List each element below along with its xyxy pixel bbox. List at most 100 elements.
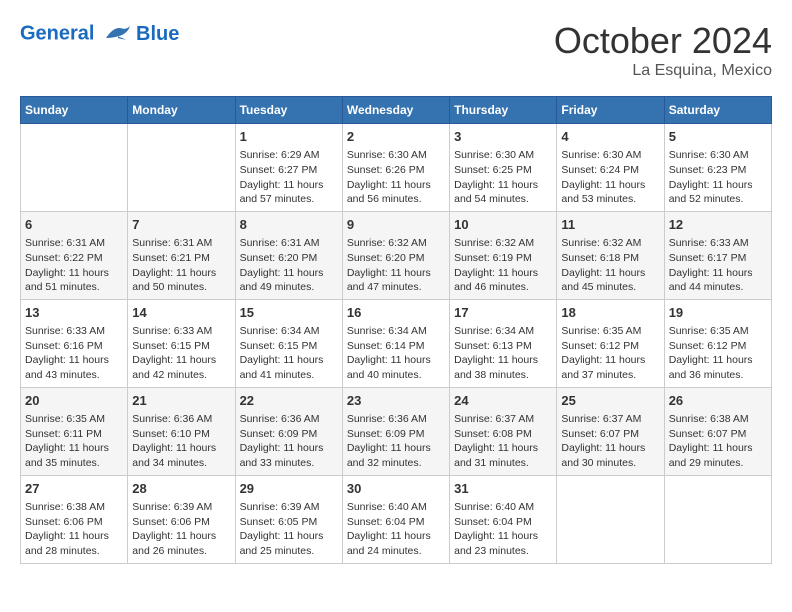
calendar-cell: 25 Sunrise: 6:37 AM Sunset: 6:07 PM Dayli… bbox=[557, 387, 664, 475]
day-number: 2 bbox=[347, 128, 445, 146]
calendar-cell: 26Sunrise: 6:38 AM Sunset: 6:07 PM Dayli… bbox=[664, 387, 771, 475]
calendar-header-row: SundayMondayTuesdayWednesdayThursdayFrid… bbox=[21, 97, 772, 124]
day-number: 4 bbox=[561, 128, 659, 146]
calendar-cell: 23Sunrise: 6:36 AM Sunset: 6:09 PM Dayli… bbox=[342, 387, 449, 475]
cell-content: Sunrise: 6:34 AM Sunset: 6:13 PM Dayligh… bbox=[454, 324, 552, 383]
calendar-cell: 6 Sunrise: 6:31 AM Sunset: 6:22 PM Daylig… bbox=[21, 211, 128, 299]
cell-content: Sunrise: 6:31 AM Sunset: 6:21 PM Dayligh… bbox=[132, 236, 230, 295]
day-number: 6 bbox=[25, 216, 123, 234]
calendar-week-row: 27 Sunrise: 6:38 AM Sunset: 6:06 PM Dayli… bbox=[21, 475, 772, 563]
day-number: 16 bbox=[347, 304, 445, 322]
cell-content: Sunrise: 6:38 AM Sunset: 6:06 PM Dayligh… bbox=[25, 500, 123, 559]
calendar-cell: 19Sunrise: 6:35 AM Sunset: 6:12 PM Dayli… bbox=[664, 299, 771, 387]
cell-content: Sunrise: 6:37 AM Sunset: 6:07 PM Dayligh… bbox=[561, 412, 659, 471]
calendar-cell: 22 Sunrise: 6:36 AM Sunset: 6:09 PM Dayli… bbox=[235, 387, 342, 475]
day-number: 14 bbox=[132, 304, 230, 322]
day-number: 3 bbox=[454, 128, 552, 146]
cell-content: Sunrise: 6:31 AM Sunset: 6:20 PM Dayligh… bbox=[240, 236, 338, 295]
logo-bird-icon bbox=[102, 20, 134, 48]
day-number: 21 bbox=[132, 392, 230, 410]
cell-content: Sunrise: 6:36 AM Sunset: 6:09 PM Dayligh… bbox=[240, 412, 338, 471]
day-number: 30 bbox=[347, 480, 445, 498]
calendar-week-row: 6 Sunrise: 6:31 AM Sunset: 6:22 PM Daylig… bbox=[21, 211, 772, 299]
cell-content: Sunrise: 6:34 AM Sunset: 6:14 PM Dayligh… bbox=[347, 324, 445, 383]
logo-general: General bbox=[20, 22, 94, 44]
day-number: 15 bbox=[240, 304, 338, 322]
column-header-tuesday: Tuesday bbox=[235, 97, 342, 124]
column-header-sunday: Sunday bbox=[21, 97, 128, 124]
day-number: 17 bbox=[454, 304, 552, 322]
calendar-cell: 30 Sunrise: 6:40 AM Sunset: 6:04 PM Dayli… bbox=[342, 475, 449, 563]
cell-content: Sunrise: 6:30 AM Sunset: 6:25 PM Dayligh… bbox=[454, 148, 552, 207]
column-header-saturday: Saturday bbox=[664, 97, 771, 124]
calendar-week-row: 20Sunrise: 6:35 AM Sunset: 6:11 PM Dayli… bbox=[21, 387, 772, 475]
calendar-cell: 28 Sunrise: 6:39 AM Sunset: 6:06 PM Dayli… bbox=[128, 475, 235, 563]
calendar-cell: 2 Sunrise: 6:30 AM Sunset: 6:26 PM Daylig… bbox=[342, 124, 449, 212]
column-header-thursday: Thursday bbox=[450, 97, 557, 124]
day-number: 7 bbox=[132, 216, 230, 234]
calendar-cell bbox=[664, 475, 771, 563]
calendar-cell: 4 Sunrise: 6:30 AM Sunset: 6:24 PM Daylig… bbox=[557, 124, 664, 212]
calendar-cell: 16 Sunrise: 6:34 AM Sunset: 6:14 PM Dayli… bbox=[342, 299, 449, 387]
day-number: 13 bbox=[25, 304, 123, 322]
cell-content: Sunrise: 6:39 AM Sunset: 6:06 PM Dayligh… bbox=[132, 500, 230, 559]
column-header-monday: Monday bbox=[128, 97, 235, 124]
day-number: 29 bbox=[240, 480, 338, 498]
day-number: 22 bbox=[240, 392, 338, 410]
day-number: 28 bbox=[132, 480, 230, 498]
day-number: 1 bbox=[240, 128, 338, 146]
day-number: 9 bbox=[347, 216, 445, 234]
column-header-friday: Friday bbox=[557, 97, 664, 124]
cell-content: Sunrise: 6:29 AM Sunset: 6:27 PM Dayligh… bbox=[240, 148, 338, 207]
day-number: 25 bbox=[561, 392, 659, 410]
calendar-cell: 12 Sunrise: 6:33 AM Sunset: 6:17 PM Dayli… bbox=[664, 211, 771, 299]
cell-content: Sunrise: 6:37 AM Sunset: 6:08 PM Dayligh… bbox=[454, 412, 552, 471]
calendar-cell: 3 Sunrise: 6:30 AM Sunset: 6:25 PM Daylig… bbox=[450, 124, 557, 212]
calendar-cell: 20Sunrise: 6:35 AM Sunset: 6:11 PM Dayli… bbox=[21, 387, 128, 475]
day-number: 12 bbox=[669, 216, 767, 234]
calendar-table: SundayMondayTuesdayWednesdayThursdayFrid… bbox=[20, 96, 772, 564]
cell-content: Sunrise: 6:32 AM Sunset: 6:18 PM Dayligh… bbox=[561, 236, 659, 295]
calendar-month-title: October 2024 bbox=[554, 20, 772, 62]
cell-content: Sunrise: 6:36 AM Sunset: 6:10 PM Dayligh… bbox=[132, 412, 230, 471]
cell-content: Sunrise: 6:40 AM Sunset: 6:04 PM Dayligh… bbox=[454, 500, 552, 559]
calendar-cell: 13 Sunrise: 6:33 AM Sunset: 6:16 PM Dayli… bbox=[21, 299, 128, 387]
cell-content: Sunrise: 6:33 AM Sunset: 6:16 PM Dayligh… bbox=[25, 324, 123, 383]
calendar-cell: 17 Sunrise: 6:34 AM Sunset: 6:13 PM Dayli… bbox=[450, 299, 557, 387]
day-number: 18 bbox=[561, 304, 659, 322]
cell-content: Sunrise: 6:35 AM Sunset: 6:12 PM Dayligh… bbox=[561, 324, 659, 383]
column-header-wednesday: Wednesday bbox=[342, 97, 449, 124]
calendar-title-block: October 2024 La Esquina, Mexico bbox=[554, 20, 772, 80]
day-number: 11 bbox=[561, 216, 659, 234]
day-number: 31 bbox=[454, 480, 552, 498]
calendar-cell: 5Sunrise: 6:30 AM Sunset: 6:23 PM Daylig… bbox=[664, 124, 771, 212]
calendar-cell: 8 Sunrise: 6:31 AM Sunset: 6:20 PM Daylig… bbox=[235, 211, 342, 299]
cell-content: Sunrise: 6:33 AM Sunset: 6:15 PM Dayligh… bbox=[132, 324, 230, 383]
day-number: 8 bbox=[240, 216, 338, 234]
calendar-cell bbox=[128, 124, 235, 212]
calendar-cell: 18 Sunrise: 6:35 AM Sunset: 6:12 PM Dayli… bbox=[557, 299, 664, 387]
cell-content: Sunrise: 6:33 AM Sunset: 6:17 PM Dayligh… bbox=[669, 236, 767, 295]
cell-content: Sunrise: 6:38 AM Sunset: 6:07 PM Dayligh… bbox=[669, 412, 767, 471]
calendar-cell: 10 Sunrise: 6:32 AM Sunset: 6:19 PM Dayli… bbox=[450, 211, 557, 299]
page-header: General Blue October 2024 La Esquina, Me… bbox=[20, 20, 772, 80]
cell-content: Sunrise: 6:30 AM Sunset: 6:26 PM Dayligh… bbox=[347, 148, 445, 207]
calendar-cell bbox=[557, 475, 664, 563]
day-number: 27 bbox=[25, 480, 123, 498]
day-number: 10 bbox=[454, 216, 552, 234]
calendar-cell: 9Sunrise: 6:32 AM Sunset: 6:20 PM Daylig… bbox=[342, 211, 449, 299]
day-number: 24 bbox=[454, 392, 552, 410]
cell-content: Sunrise: 6:30 AM Sunset: 6:24 PM Dayligh… bbox=[561, 148, 659, 207]
calendar-cell: 29Sunrise: 6:39 AM Sunset: 6:05 PM Dayli… bbox=[235, 475, 342, 563]
calendar-cell: 14 Sunrise: 6:33 AM Sunset: 6:15 PM Dayli… bbox=[128, 299, 235, 387]
calendar-cell: 7 Sunrise: 6:31 AM Sunset: 6:21 PM Daylig… bbox=[128, 211, 235, 299]
cell-content: Sunrise: 6:31 AM Sunset: 6:22 PM Dayligh… bbox=[25, 236, 123, 295]
cell-content: Sunrise: 6:35 AM Sunset: 6:12 PM Dayligh… bbox=[669, 324, 767, 383]
cell-content: Sunrise: 6:32 AM Sunset: 6:19 PM Dayligh… bbox=[454, 236, 552, 295]
calendar-cell: 31 Sunrise: 6:40 AM Sunset: 6:04 PM Dayli… bbox=[450, 475, 557, 563]
day-number: 23 bbox=[347, 392, 445, 410]
calendar-cell bbox=[21, 124, 128, 212]
cell-content: Sunrise: 6:30 AM Sunset: 6:23 PM Dayligh… bbox=[669, 148, 767, 207]
calendar-cell: 21 Sunrise: 6:36 AM Sunset: 6:10 PM Dayli… bbox=[128, 387, 235, 475]
cell-content: Sunrise: 6:40 AM Sunset: 6:04 PM Dayligh… bbox=[347, 500, 445, 559]
